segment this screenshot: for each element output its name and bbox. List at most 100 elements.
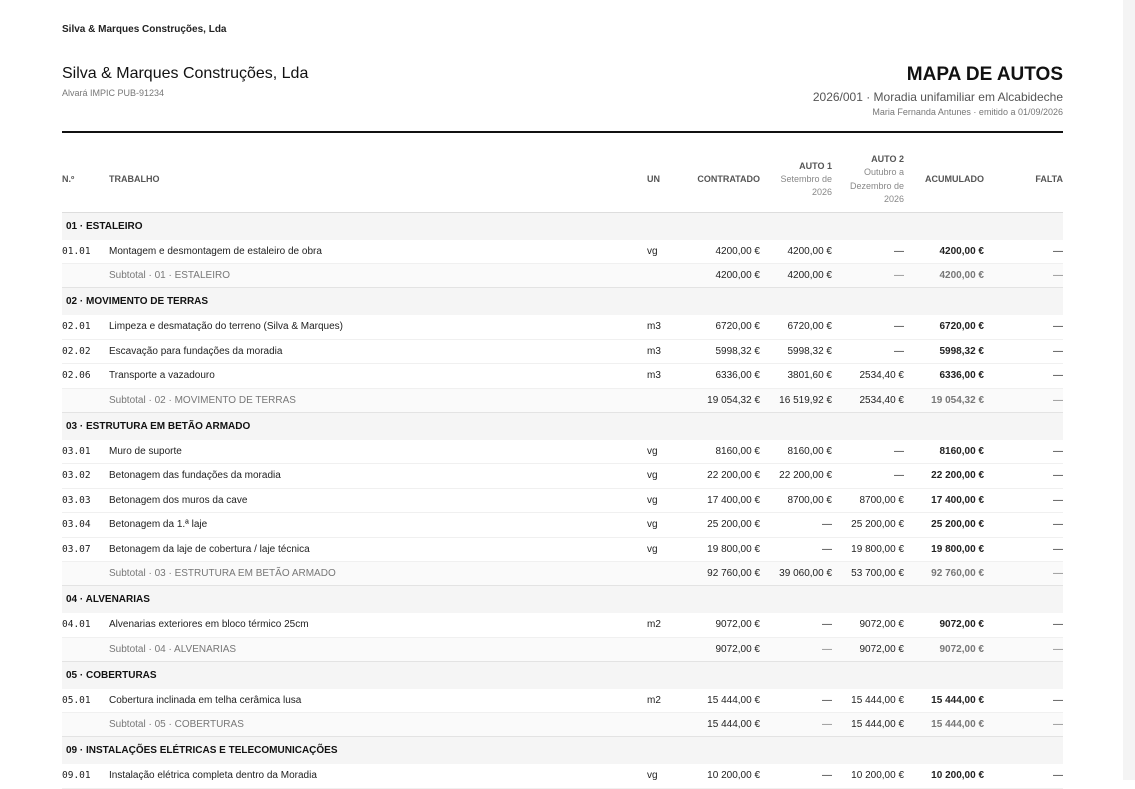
section-title: 04 · ALVENARIAS	[62, 585, 1063, 613]
item-description: Limpeza e desmatação do terreno (Silva &…	[109, 315, 647, 340]
item-description: Betonagem da 1.ª laje	[109, 512, 647, 538]
issued-meta: Maria Fernanda Antunes · emitido a 01/09…	[872, 107, 1063, 117]
item-description: Betonagem das fundações da moradia	[109, 463, 647, 489]
col-auto2-period-c: 2026	[883, 194, 904, 204]
item-auto1: —	[760, 512, 832, 538]
item-code: 02.02	[62, 339, 109, 364]
table-row: 01.01 Montagem e desmontagem de estaleir…	[62, 239, 1063, 264]
item-auto2: 19 800,00 €	[832, 537, 904, 562]
col-work: TRABALHO	[109, 148, 647, 213]
item-auto1: 8160,00 €	[760, 439, 832, 464]
item-unit: m3	[647, 363, 679, 389]
item-auto2: 8700,00 €	[832, 488, 904, 513]
item-auto2: 9072,00 €	[832, 613, 904, 638]
subtotal-accumulated: 9072,00 €	[904, 637, 984, 662]
item-unit: m3	[647, 315, 679, 340]
item-unit: vg	[647, 764, 679, 789]
subtotal-label: Subtotal · 05 · COBERTURAS	[109, 712, 647, 737]
item-unit: m2	[647, 613, 679, 638]
item-code: 03.01	[62, 439, 109, 464]
item-description: Betonagem da laje de cobertura / laje té…	[109, 537, 647, 562]
item-auto2: 25 200,00 €	[832, 512, 904, 538]
item-auto1: 6720,00 €	[760, 315, 832, 340]
item-code: 04.01	[62, 613, 109, 638]
subtotal-auto1: 39 060,00 €	[760, 561, 832, 586]
subtotal-auto2: 9072,00 €	[832, 637, 904, 662]
col-auto1: AUTO 1 Setembro de 2026	[760, 148, 832, 213]
subtotal-auto2: —	[832, 263, 904, 288]
subtotal-unit-empty	[647, 561, 679, 586]
subtotal-unit-empty	[647, 637, 679, 662]
table-row: 03.03 Betonagem dos muros da cave vg 17 …	[62, 488, 1063, 513]
item-accumulated: 22 200,00 €	[904, 463, 984, 489]
subtotal-contracted: 9072,00 €	[679, 637, 760, 662]
col-auto2-period-a: Outubro a	[863, 167, 904, 177]
section-title: 09 · INSTALAÇÕES ELÉTRICAS E TELECOMUNIC…	[62, 736, 1063, 764]
item-missing: —	[984, 764, 1063, 789]
item-accumulated: 8160,00 €	[904, 439, 984, 464]
section-row: 01 · ESTALEIRO	[62, 211, 1063, 240]
subtotal-accumulated: 19 054,32 €	[904, 388, 984, 413]
item-auto2: —	[832, 339, 904, 364]
col-missing: FALTA	[984, 148, 1063, 213]
item-description: Alvenarias exteriores em bloco térmico 2…	[109, 613, 647, 638]
item-accumulated: 15 444,00 €	[904, 688, 984, 713]
item-code: 01.01	[62, 239, 109, 264]
item-missing: —	[984, 439, 1063, 464]
item-code: 03.04	[62, 512, 109, 538]
item-contracted: 22 200,00 €	[679, 463, 760, 489]
subtotal-label: Subtotal · 02 · MOVIMENTO DE TERRAS	[109, 388, 647, 413]
item-missing: —	[984, 688, 1063, 713]
item-auto2: 2534,40 €	[832, 363, 904, 389]
item-contracted: 17 400,00 €	[679, 488, 760, 513]
item-unit: vg	[647, 537, 679, 562]
subtotal-row: Subtotal · 01 · ESTALEIRO 4200,00 € 4200…	[62, 263, 1063, 288]
item-auto1: 3801,60 €	[760, 363, 832, 389]
item-missing: —	[984, 339, 1063, 364]
section-row: 04 · ALVENARIAS	[62, 585, 1063, 613]
subtotal-spacer	[62, 263, 109, 288]
subtotal-missing: —	[984, 561, 1063, 586]
item-accumulated: 4200,00 €	[904, 239, 984, 264]
item-auto1: 22 200,00 €	[760, 463, 832, 489]
item-contracted: 25 200,00 €	[679, 512, 760, 538]
item-missing: —	[984, 537, 1063, 562]
item-unit: m3	[647, 339, 679, 364]
autos-table: N.º TRABALHO UN CONTRATADO AUTO 1 Setemb…	[62, 148, 1063, 789]
item-auto1: 8700,00 €	[760, 488, 832, 513]
item-accumulated: 17 400,00 €	[904, 488, 984, 513]
subtotal-missing: —	[984, 388, 1063, 413]
subtotal-spacer	[62, 637, 109, 662]
item-auto2: 10 200,00 €	[832, 764, 904, 789]
subtotal-contracted: 92 760,00 €	[679, 561, 760, 586]
item-code: 02.06	[62, 363, 109, 389]
item-description: Escavação para fundações da moradia	[109, 339, 647, 364]
subtotal-row: Subtotal · 03 · ESTRUTURA EM BETÃO ARMAD…	[62, 561, 1063, 586]
section-title: 05 · COBERTURAS	[62, 660, 1063, 689]
item-description: Transporte a vazadouro	[109, 363, 647, 389]
right-gutter	[1123, 0, 1135, 780]
table-row: 04.01 Alvenarias exteriores em bloco tér…	[62, 613, 1063, 638]
item-unit: vg	[647, 512, 679, 538]
section-row: 05 · COBERTURAS	[62, 660, 1063, 689]
subtotal-accumulated: 15 444,00 €	[904, 712, 984, 737]
item-description: Muro de suporte	[109, 439, 647, 464]
item-missing: —	[984, 363, 1063, 389]
table-row: 03.01 Muro de suporte vg 8160,00 € 8160,…	[62, 439, 1063, 464]
item-accumulated: 6336,00 €	[904, 363, 984, 389]
item-code: 02.01	[62, 315, 109, 340]
subtotal-missing: —	[984, 637, 1063, 662]
item-auto2: 15 444,00 €	[832, 688, 904, 713]
section-title: 01 · ESTALEIRO	[62, 211, 1063, 240]
col-auto1-period-a: Setembro de	[780, 173, 832, 184]
company-name: Silva & Marques Construções, Lda	[62, 65, 309, 82]
item-accumulated: 6720,00 €	[904, 315, 984, 340]
col-auto2-label: AUTO 2	[871, 154, 904, 164]
col-accumulated: ACUMULADO	[904, 148, 984, 213]
item-unit: vg	[647, 439, 679, 464]
table-row: 03.02 Betonagem das fundações da moradia…	[62, 463, 1063, 489]
header-divider	[62, 131, 1063, 133]
subtotal-label: Subtotal · 03 · ESTRUTURA EM BETÃO ARMAD…	[109, 561, 647, 586]
running-header: Silva & Marques Construções, Lda	[62, 24, 227, 35]
table-row: 02.01 Limpeza e desmatação do terreno (S…	[62, 315, 1063, 340]
